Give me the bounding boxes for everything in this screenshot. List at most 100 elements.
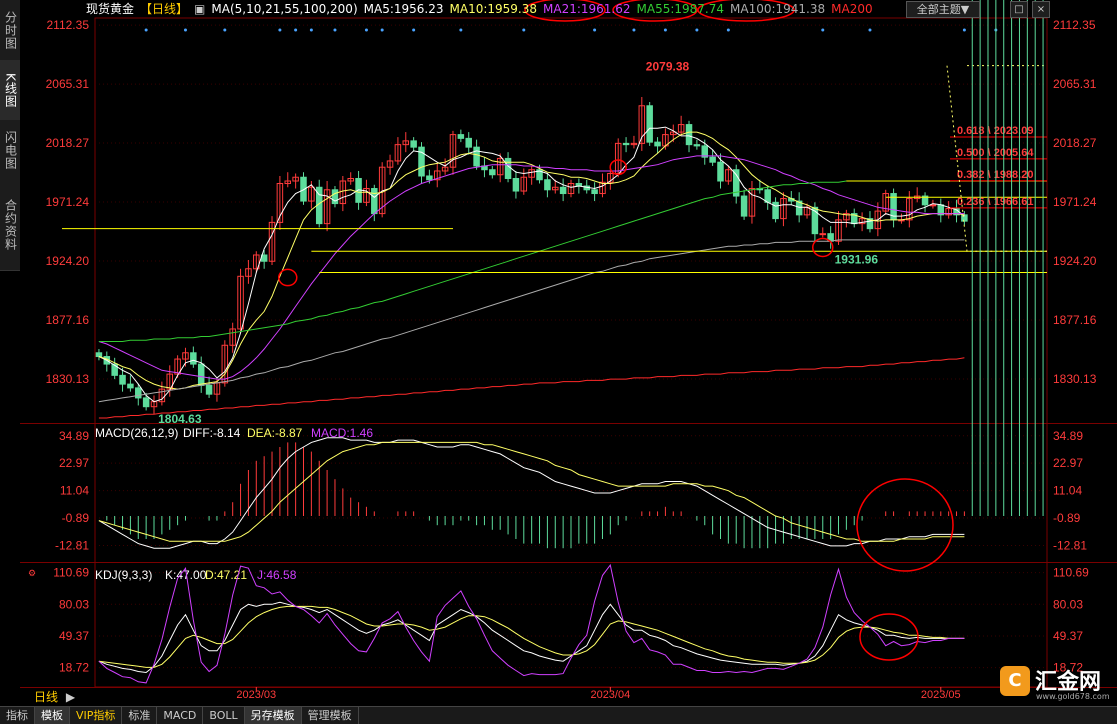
close-button[interactable]: × [1032, 1, 1050, 18]
candle-body [544, 179, 551, 191]
y-tick-label-left: 22.97 [59, 456, 89, 470]
kdj-d-label: D:47.21 [205, 568, 247, 582]
candle-body [197, 363, 205, 386]
gold678-logo-icon: C [1000, 666, 1030, 696]
y-tick-label-left: 2065.31 [46, 77, 90, 91]
bottom-tab-1[interactable]: 模板 [35, 707, 70, 724]
candle-body [709, 156, 716, 163]
y-tick-label-right: 2065.31 [1053, 77, 1097, 91]
plot-frame [94, 17, 1048, 688]
event-dot [726, 28, 730, 32]
ma5-value: MA5:1956.23 [363, 2, 444, 16]
kdj-j-label: J:46.58 [257, 568, 297, 582]
y-tick-label-right: 2018.27 [1053, 136, 1097, 150]
candle-body [95, 352, 103, 358]
y-tick-label-right: 49.37 [1053, 629, 1083, 643]
watermark-url: www.gold678.com [1036, 692, 1110, 701]
candle-body [127, 383, 134, 389]
candle-body [371, 188, 378, 215]
period-label: 【日线】 [140, 2, 189, 16]
event-dot [309, 28, 313, 32]
candle-body [819, 233, 827, 236]
symbol-label: 现货黄金 [86, 2, 135, 16]
y-tick-label-right: 1971.24 [1053, 195, 1097, 209]
y-tick-label-left: 1971.24 [46, 195, 90, 209]
candle-body [473, 146, 480, 167]
sidebar-tab-label: 合约资料 [3, 199, 18, 251]
y-tick-label-right: 110.69 [1053, 566, 1089, 580]
kline-chart[interactable]: 2112.35 2112.35 2065.31 2065.31 2018.27 2018.… [0, 0, 1117, 723]
left-axis-bg [20, 18, 95, 687]
bottom-tab-5[interactable]: BOLL [203, 707, 245, 724]
event-dot [333, 28, 337, 32]
ma10-value: MA10:1959.38 [449, 2, 538, 16]
ma-line-ma21 [98, 155, 965, 380]
candle-body [504, 157, 512, 179]
sidebar-tab-label: 分时图 [3, 10, 18, 50]
kdj-j-line [98, 563, 965, 684]
event-dot [663, 28, 667, 32]
kdj-settings-icon: ⚙ [28, 568, 36, 578]
sidebar-tab-3[interactable]: 合约资料 [0, 180, 20, 271]
circle-annotation [278, 268, 298, 287]
event-dot [223, 28, 227, 32]
bottom-tab-7[interactable]: 管理模板 [302, 707, 359, 724]
event-dot [364, 28, 368, 32]
candle-body [465, 137, 472, 148]
sidebar-tab-1[interactable]: K线图 [0, 60, 20, 121]
y-tick-label-right: -12.81 [1053, 538, 1087, 552]
bottom-tab-0[interactable]: 指标 [0, 707, 35, 724]
macd-dea-label: DEA:-8.87 [247, 426, 303, 440]
chevron-right-icon: ▶ [65, 690, 76, 704]
event-dot [278, 28, 282, 32]
y-tick-label-left: 49.37 [59, 629, 89, 643]
ma200-value: MA200 [831, 2, 873, 16]
ma-settings-icon[interactable]: ▣ [194, 2, 205, 16]
y-tick-label-right: -0.89 [1053, 511, 1081, 525]
candle-body [740, 195, 748, 217]
kdj-title: KDJ(9,3,3) [95, 568, 152, 582]
event-dot [183, 28, 187, 32]
fib-level-label: 0.236 \ 1966.61 [957, 196, 1033, 208]
y-tick-label-left: 1830.13 [46, 372, 90, 386]
fib-level-label: 0.382 \ 1988.20 [957, 169, 1033, 181]
candle-body [591, 189, 598, 195]
bottom-tab-4[interactable]: MACD [157, 707, 204, 724]
y-tick-label-left: -12.81 [55, 538, 89, 552]
candle-body [190, 352, 197, 365]
high-price-label: 2079.38 [646, 59, 690, 73]
macd-diff-label: DIFF:-8.14 [183, 426, 241, 440]
ma21-value: MA21:1961.62 [543, 2, 631, 16]
y-tick-label-left: 2112.35 [47, 18, 90, 32]
sidebar-tab-0[interactable]: 分时图 [0, 0, 20, 61]
y-tick-label-right: 11.04 [1053, 484, 1082, 498]
y-tick-label-left: 80.03 [59, 597, 89, 611]
y-tick-label-right: 1830.13 [1053, 372, 1097, 386]
low-price-label: 1804.63 [158, 412, 202, 426]
candle-body [622, 142, 630, 146]
event-dot [380, 28, 384, 32]
sidebar-tab-label: 闪电图 [3, 130, 18, 170]
theme-dropdown[interactable]: 全部主题▼ [906, 1, 980, 18]
ma-params: MA(5,10,21,55,100,200) [211, 2, 358, 16]
y-tick-label-right: 34.89 [1053, 429, 1083, 443]
y-tick-label-right: 1924.20 [1053, 254, 1097, 268]
bottom-tab-6[interactable]: 另存模板 [244, 707, 302, 724]
kdj-circle-annotation [859, 613, 919, 661]
candle-body [685, 124, 693, 146]
event-dot [868, 28, 872, 32]
sidebar-tab-2[interactable]: 闪电图 [0, 120, 20, 181]
candle-body [646, 105, 653, 143]
recent-low-label: 1931.96 [835, 252, 879, 266]
candle-body [457, 134, 465, 139]
bottom-tab-2[interactable]: VIP指标 [70, 707, 123, 724]
event-dot [459, 28, 463, 32]
y-tick-label-right: 1877.16 [1053, 313, 1097, 327]
minimize-button[interactable]: □ [1010, 1, 1028, 18]
bottom-tab-3[interactable]: 标准 [122, 707, 158, 724]
period-selector[interactable]: 日线 ▶ [20, 688, 95, 706]
candle-body [135, 387, 142, 399]
candle-body [764, 189, 771, 203]
y-tick-label-left: 2018.27 [46, 136, 90, 150]
event-dot [144, 28, 148, 32]
